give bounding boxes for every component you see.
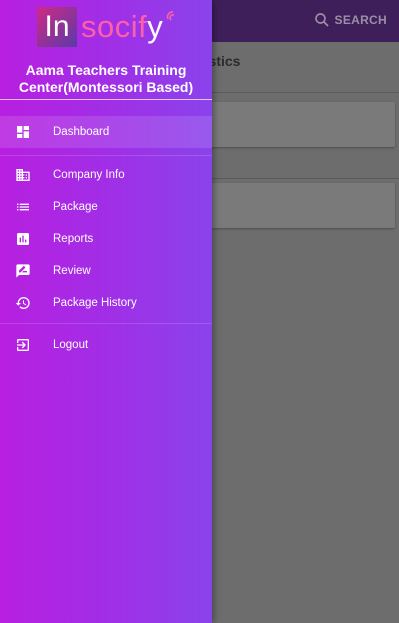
nav-item-package[interactable]: Package (0, 191, 212, 223)
nav-item-package-history[interactable]: Package History (0, 287, 212, 319)
divider (200, 178, 399, 179)
nav-item-logout[interactable]: Logout (0, 329, 212, 361)
nav-item-label: Package (53, 201, 98, 213)
organization-name: Aama Teachers Training Center(Montessori… (18, 62, 194, 95)
nav-item-company-info[interactable]: Company Info (0, 159, 212, 191)
nav-item-label: Review (53, 265, 91, 277)
nav-divider (0, 323, 212, 324)
building-icon (15, 167, 31, 183)
nav-item-label: Company Info (53, 169, 125, 181)
app-logo: In socify (37, 7, 177, 49)
header-divider (0, 99, 212, 100)
nav-item-label: Logout (53, 339, 89, 351)
divider (200, 92, 399, 93)
search-button[interactable]: SEARCH (313, 11, 387, 29)
nav-item-label: Package History (53, 297, 137, 309)
nav-item-label: Reports (53, 233, 94, 245)
nav-divider (0, 155, 212, 156)
stat-card[interactable] (200, 183, 395, 228)
logo-wordmark: socify (81, 9, 164, 44)
nav-item-label: Dashboard (53, 126, 110, 138)
search-icon (314, 13, 329, 27)
nav-item-dashboard[interactable]: Dashboard (0, 116, 212, 148)
stat-card[interactable] (200, 102, 395, 147)
nav-item-reports[interactable]: Reports (0, 223, 212, 255)
dashboard-icon (15, 124, 31, 140)
list-icon (15, 199, 31, 215)
logo-in-badge: In (37, 7, 77, 47)
search-label: SEARCH (334, 13, 387, 27)
bar-chart-icon (15, 231, 31, 247)
rate-review-icon (15, 263, 31, 279)
signal-icon (166, 11, 175, 21)
navigation-drawer: In socify Aama Teachers Training Center(… (0, 0, 212, 623)
logout-icon (15, 337, 31, 353)
nav-item-review[interactable]: Review (0, 255, 212, 287)
history-icon (15, 295, 31, 311)
